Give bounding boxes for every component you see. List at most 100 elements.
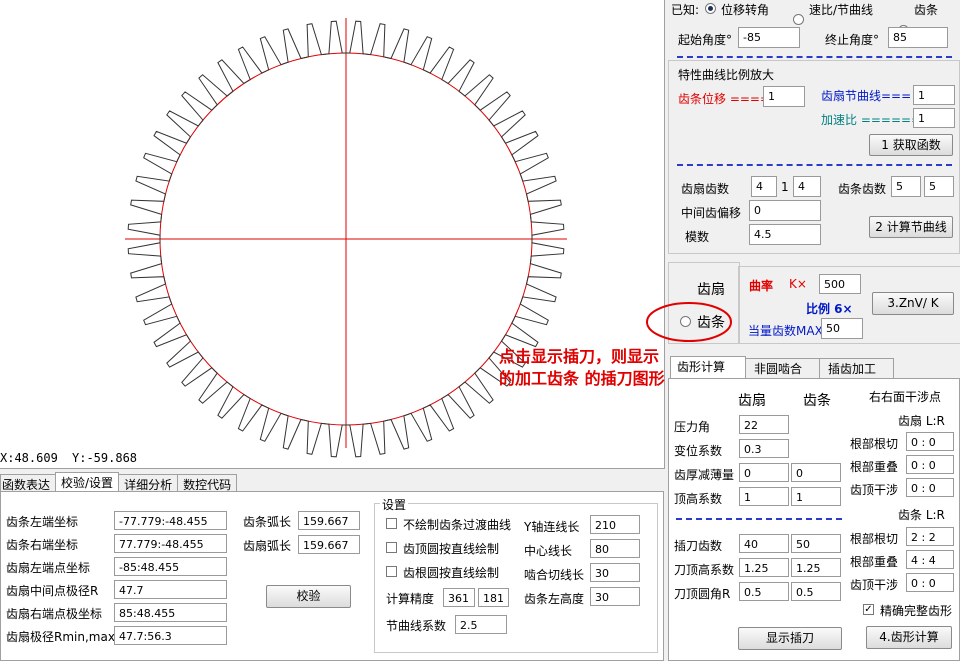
module-field[interactable]: 4.5: [749, 224, 821, 245]
profile-rack-field[interactable]: 0: [791, 463, 841, 482]
head-sector: 齿扇: [738, 393, 766, 409]
tab-gear-shaping[interactable]: 插齿加工: [819, 358, 894, 379]
sector-teeth-separator: 1: [781, 180, 789, 194]
precise-profile-checkbox[interactable]: [863, 604, 874, 615]
calc-pitch-button[interactable]: 2 计算节曲线: [869, 216, 953, 238]
sector-interference-label: 齿顶干涉: [850, 483, 899, 497]
profile-sector-field[interactable]: 22: [739, 415, 789, 434]
pitch-coef-field[interactable]: 2.5: [455, 615, 507, 634]
settings-checkbox[interactable]: [386, 518, 397, 529]
sector-teeth-label: 齿扇齿数: [681, 182, 730, 196]
gear-drawing: [125, 18, 567, 458]
settings-length-field[interactable]: 80: [590, 539, 640, 558]
profile-rack-field[interactable]: 1: [791, 487, 841, 506]
check-row-field[interactable]: 85:48.455: [114, 603, 227, 622]
rack-interference-field[interactable]: 2 : 2: [906, 527, 954, 546]
separator-line: [677, 56, 952, 58]
rack-interference-field[interactable]: 0 : 0: [906, 573, 954, 592]
settings-length-label: 齿条左高度: [524, 592, 585, 606]
start-angle-field[interactable]: -85: [738, 27, 800, 48]
cutter-rack-field[interactable]: 1.25: [791, 558, 841, 577]
head-rack: 齿条: [803, 393, 831, 409]
interference-title: 右右面干涉点: [869, 390, 942, 404]
check-row-label: 齿条左端坐标: [6, 515, 79, 529]
settings-checkbox[interactable]: [386, 542, 397, 553]
show-cutter-button[interactable]: 显示插刀: [738, 627, 842, 650]
cutter-row-label: 插刀齿数: [674, 539, 723, 553]
pitch-coef-label: 节曲线系数: [386, 619, 447, 633]
profile-row-label: 顶高系数: [674, 492, 723, 506]
sector-lr-label: 齿扇 L:R: [898, 414, 945, 428]
annotation-note: 点击显示插刀，则显示的加工齿条 的插刀图形: [499, 347, 665, 388]
cutter-sector-field[interactable]: 0.5: [739, 582, 789, 601]
check-row-field[interactable]: -77.779:-48.455: [114, 511, 227, 530]
settings-length-field[interactable]: 210: [590, 515, 640, 534]
rack-teeth-label: 齿条齿数: [838, 182, 887, 196]
sector-arc-field[interactable]: 159.667: [298, 535, 360, 554]
scale-title: 特性曲线比例放大: [678, 68, 775, 82]
settings-checkbox-label: 不绘制齿条过渡曲线: [403, 518, 512, 532]
sector-teeth-field-b[interactable]: 4: [793, 176, 821, 197]
k-label: K×: [789, 277, 807, 291]
k-factor-field[interactable]: 500: [819, 274, 861, 294]
radio-display-sector-label: 齿扇: [697, 282, 725, 298]
check-row-label: 齿条右端坐标: [6, 538, 79, 552]
radio-rack-label: 齿条: [914, 3, 939, 17]
radio-displacement-angle[interactable]: [705, 3, 716, 14]
precision-field-b[interactable]: 181: [478, 588, 509, 607]
check-row-field[interactable]: 47.7: [114, 580, 227, 599]
y-coordinate: Y:-59.868: [72, 451, 138, 465]
rack-lr-label: 齿条 L:R: [898, 508, 945, 522]
tab-tooth-profile[interactable]: 齿形计算: [670, 356, 746, 379]
accel-ratio-field[interactable]: 1: [913, 108, 955, 128]
sector-interference-field[interactable]: 0 : 0: [906, 455, 954, 474]
profile-row-label: 齿厚减薄量: [674, 468, 735, 482]
settings-length-field[interactable]: 30: [590, 563, 640, 582]
sector-arc-label: 齿扇弧长: [243, 539, 292, 553]
rack-arc-field[interactable]: 159.667: [298, 511, 360, 530]
sector-pitch-field[interactable]: 1: [913, 85, 955, 105]
profile-row-label: 压力角: [674, 420, 711, 434]
get-function-button[interactable]: 1 获取函数: [869, 134, 953, 156]
cutter-rack-field[interactable]: 0.5: [791, 582, 841, 601]
radio-speed-ratio[interactable]: [793, 14, 804, 25]
ratio-label: 比例 6×: [806, 302, 853, 316]
verify-button[interactable]: 校验: [266, 585, 351, 608]
check-row-label: 齿扇左端点坐标: [6, 561, 91, 575]
end-angle-field[interactable]: 85: [888, 27, 948, 48]
cutter-rack-field[interactable]: 50: [791, 534, 841, 553]
tab-noncircular-mesh[interactable]: 非圆啮合: [745, 358, 820, 379]
check-row-field[interactable]: 47.7:56.3: [114, 626, 227, 645]
profile-sector-field[interactable]: 0.3: [739, 439, 789, 458]
mid-offset-label: 中间齿偏移: [681, 206, 742, 220]
profile-sector-field[interactable]: 1: [739, 487, 789, 506]
profile-sector-field[interactable]: 0: [739, 463, 789, 482]
cutter-row-label: 刀顶高系数: [674, 563, 735, 577]
settings-length-field[interactable]: 30: [590, 587, 640, 606]
settings-checkbox[interactable]: [386, 566, 397, 577]
rack-disp-field[interactable]: 1: [763, 86, 805, 107]
settings-length-label: 啮合切线长: [524, 568, 585, 582]
sector-interference-field[interactable]: 0 : 0: [906, 478, 954, 497]
profile-calc-button[interactable]: 4.齿形计算: [866, 626, 952, 649]
rack-teeth-field-b[interactable]: 5: [924, 176, 954, 197]
mid-offset-field[interactable]: 0: [749, 200, 821, 221]
cutter-sector-field[interactable]: 40: [739, 534, 789, 553]
rack-interference-field[interactable]: 4 : 4: [906, 550, 954, 569]
rack-teeth-field-a[interactable]: 5: [891, 176, 921, 197]
sector-interference-field[interactable]: 0 : 0: [906, 432, 954, 451]
cutter-row-label: 刀顶圆角R: [674, 587, 731, 601]
rack-disp-label: 齿条位移 ====: [678, 92, 771, 106]
settings-checkbox-label: 齿顶圆按直线绘制: [403, 542, 500, 556]
drawing-canvas[interactable]: X:48.609 Y:-59.868: [0, 0, 665, 469]
cutter-sector-field[interactable]: 1.25: [739, 558, 789, 577]
check-row-field[interactable]: -85:48.455: [114, 557, 227, 576]
equiv-teeth-field[interactable]: 50: [821, 318, 863, 339]
known-label: 已知:: [671, 3, 700, 17]
settings-title: 设置: [380, 496, 409, 513]
znv-k-button[interactable]: 3.ZnV/ K: [872, 292, 954, 315]
precision-field-a[interactable]: 361: [443, 588, 475, 607]
sector-teeth-field-a[interactable]: 4: [751, 176, 777, 197]
check-row-field[interactable]: 77.779:-48.455: [114, 534, 227, 553]
radio-speed-ratio-label: 速比/节曲线: [809, 3, 874, 17]
